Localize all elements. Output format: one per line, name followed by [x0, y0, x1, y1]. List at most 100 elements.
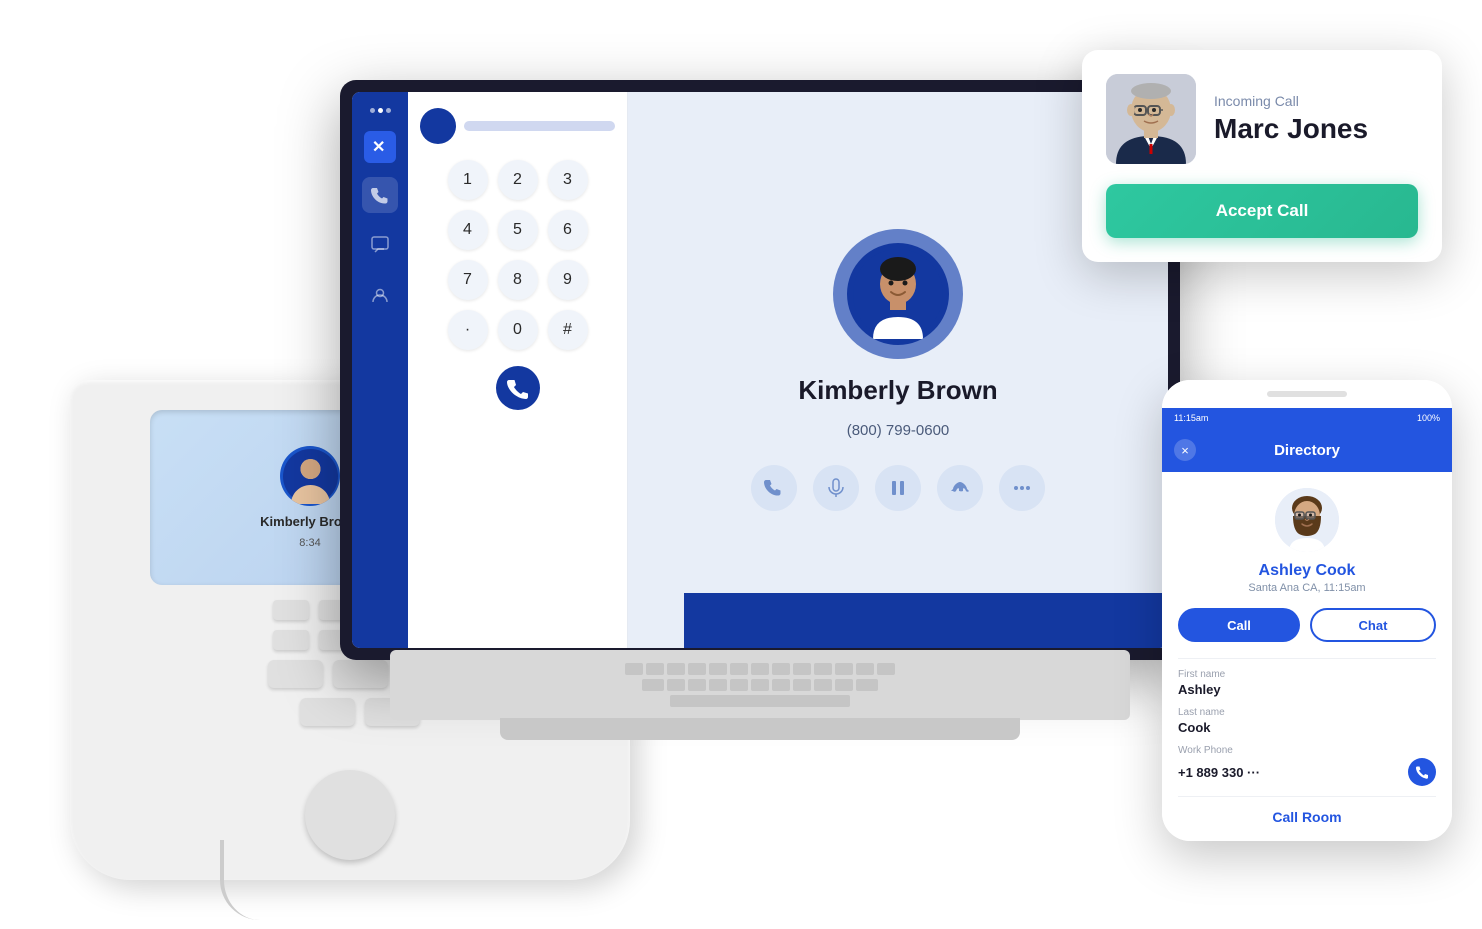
last-name-field: Last name Cook	[1178, 707, 1436, 735]
kb-key[interactable]	[877, 663, 895, 675]
dial-key-hash[interactable]: #	[548, 310, 588, 350]
kb-key[interactable]	[835, 679, 853, 691]
popup-caller-avatar	[1106, 74, 1196, 164]
popup-text: Incoming Call Marc Jones	[1214, 93, 1418, 145]
phone-cord	[220, 840, 340, 920]
phone-btn[interactable]	[273, 630, 309, 650]
call-action-phone[interactable]	[751, 465, 797, 511]
kb-key[interactable]	[646, 663, 664, 675]
kb-key[interactable]	[730, 663, 748, 675]
mobile-time: 11:15am	[1174, 413, 1208, 423]
dial-key-8[interactable]: 8	[498, 260, 538, 300]
first-name-value: Ashley	[1178, 682, 1436, 697]
kb-key[interactable]	[730, 679, 748, 691]
kb-spacebar[interactable]	[670, 695, 850, 707]
sidebar-item-messages[interactable]	[362, 227, 398, 263]
scene: Kimberly Brown 8:34	[0, 0, 1482, 929]
dialer-name-bar	[464, 121, 615, 131]
kb-key[interactable]	[751, 679, 769, 691]
mobile-call-button[interactable]: Call	[1178, 608, 1300, 642]
monitor-screen: ✕	[352, 92, 1168, 648]
incoming-call-popup: Incoming Call Marc Jones Accept Call	[1082, 50, 1442, 262]
call-action-mute[interactable]	[813, 465, 859, 511]
laptop-base	[500, 718, 1020, 740]
phone-btn[interactable]	[273, 600, 309, 620]
call-action-hold[interactable]	[875, 465, 921, 511]
call-action-end[interactable]	[937, 465, 983, 511]
dial-key-dot[interactable]: ·	[448, 310, 488, 350]
mobile-battery: 100%	[1417, 413, 1440, 423]
kb-key[interactable]	[751, 663, 769, 675]
laptop-keyboard	[390, 650, 1130, 720]
kb-key[interactable]	[772, 663, 790, 675]
mobile-contact-name: Ashley Cook	[1178, 562, 1436, 580]
dial-key-1[interactable]: 1	[448, 160, 488, 200]
first-name-label: First name	[1178, 669, 1436, 680]
dial-key-6[interactable]: 6	[548, 210, 588, 250]
dial-key-7[interactable]: 7	[448, 260, 488, 300]
sidebar-dots	[370, 108, 391, 113]
kb-key[interactable]	[709, 663, 727, 675]
kb-key[interactable]	[814, 663, 832, 675]
kb-key[interactable]	[814, 679, 832, 691]
app-sidebar: ✕	[352, 92, 408, 648]
kb-key[interactable]	[688, 663, 706, 675]
dial-key-3[interactable]: 3	[548, 160, 588, 200]
kb-key[interactable]	[688, 679, 706, 691]
kb-key[interactable]	[856, 679, 878, 691]
contact-card: Kimberly Brown (800) 799-0600	[751, 229, 1045, 511]
kb-key[interactable]	[667, 663, 685, 675]
popup-incoming-label: Incoming Call	[1214, 93, 1418, 109]
accept-call-label: Accept Call	[1216, 201, 1309, 221]
kb-key[interactable]	[835, 663, 853, 675]
mobile-notch	[1267, 391, 1347, 397]
mobile-body: Ashley Cook Santa Ana CA, 11:15am Call C…	[1162, 472, 1452, 841]
dialer-contact-row	[420, 108, 615, 144]
dial-key-9[interactable]: 9	[548, 260, 588, 300]
close-icon: ×	[1181, 443, 1189, 458]
mobile-contact-avatar	[1275, 488, 1339, 552]
mobile-actions-row: Call Chat	[1178, 608, 1436, 642]
work-phone-call-button[interactable]	[1408, 758, 1436, 786]
kb-key[interactable]	[856, 663, 874, 675]
mobile-call-label: Call	[1227, 618, 1251, 633]
mobile-chat-button[interactable]: Chat	[1310, 608, 1436, 642]
dial-call-button[interactable]	[496, 366, 540, 410]
kb-key[interactable]	[667, 679, 685, 691]
dial-key-4[interactable]: 4	[448, 210, 488, 250]
mobile-notch-bar	[1162, 380, 1452, 408]
mobile-contact-location: Santa Ana CA, 11:15am	[1178, 582, 1436, 594]
popup-caller-name: Marc Jones	[1214, 113, 1418, 145]
kb-key[interactable]	[625, 663, 643, 675]
app-logo: ✕	[364, 131, 396, 163]
phone-btn-large[interactable]	[268, 660, 323, 688]
kb-key[interactable]	[642, 679, 664, 691]
mobile-panel: 11:15am 100% × Directory	[1162, 380, 1452, 841]
app-bottom-bar	[684, 593, 1168, 648]
sidebar-item-phone[interactable]	[362, 177, 398, 213]
popup-caller-row: Incoming Call Marc Jones	[1106, 74, 1418, 164]
call-action-more[interactable]	[999, 465, 1045, 511]
last-name-label: Last name	[1178, 707, 1436, 718]
contact-name-large: Kimberly Brown	[798, 375, 997, 406]
dialer-panel: 1 2 3 4 5 6 7 8 9 · 0 #	[408, 92, 628, 648]
kb-key[interactable]	[793, 663, 811, 675]
mobile-status-bar: 11:15am 100%	[1162, 408, 1452, 428]
work-phone-row: +1 889 330 ···	[1178, 758, 1436, 786]
kb-key[interactable]	[793, 679, 811, 691]
laptop: ✕	[340, 80, 1200, 740]
dial-key-0[interactable]: 0	[498, 310, 538, 350]
dial-key-5[interactable]: 5	[498, 210, 538, 250]
sidebar-dot	[370, 108, 375, 113]
dial-key-2[interactable]: 2	[498, 160, 538, 200]
kb-key[interactable]	[709, 679, 727, 691]
sidebar-item-contacts[interactable]	[362, 277, 398, 313]
kb-key[interactable]	[772, 679, 790, 691]
dialpad: 1 2 3 4 5 6 7 8 9 · 0 #	[448, 160, 588, 350]
mobile-close-button[interactable]: ×	[1174, 439, 1196, 461]
last-name-value: Cook	[1178, 720, 1436, 735]
call-actions	[751, 465, 1045, 511]
mobile-call-room-button[interactable]: Call Room	[1178, 809, 1436, 825]
contact-phone-large: (800) 799-0600	[847, 422, 950, 439]
accept-call-button[interactable]: Accept Call	[1106, 184, 1418, 238]
